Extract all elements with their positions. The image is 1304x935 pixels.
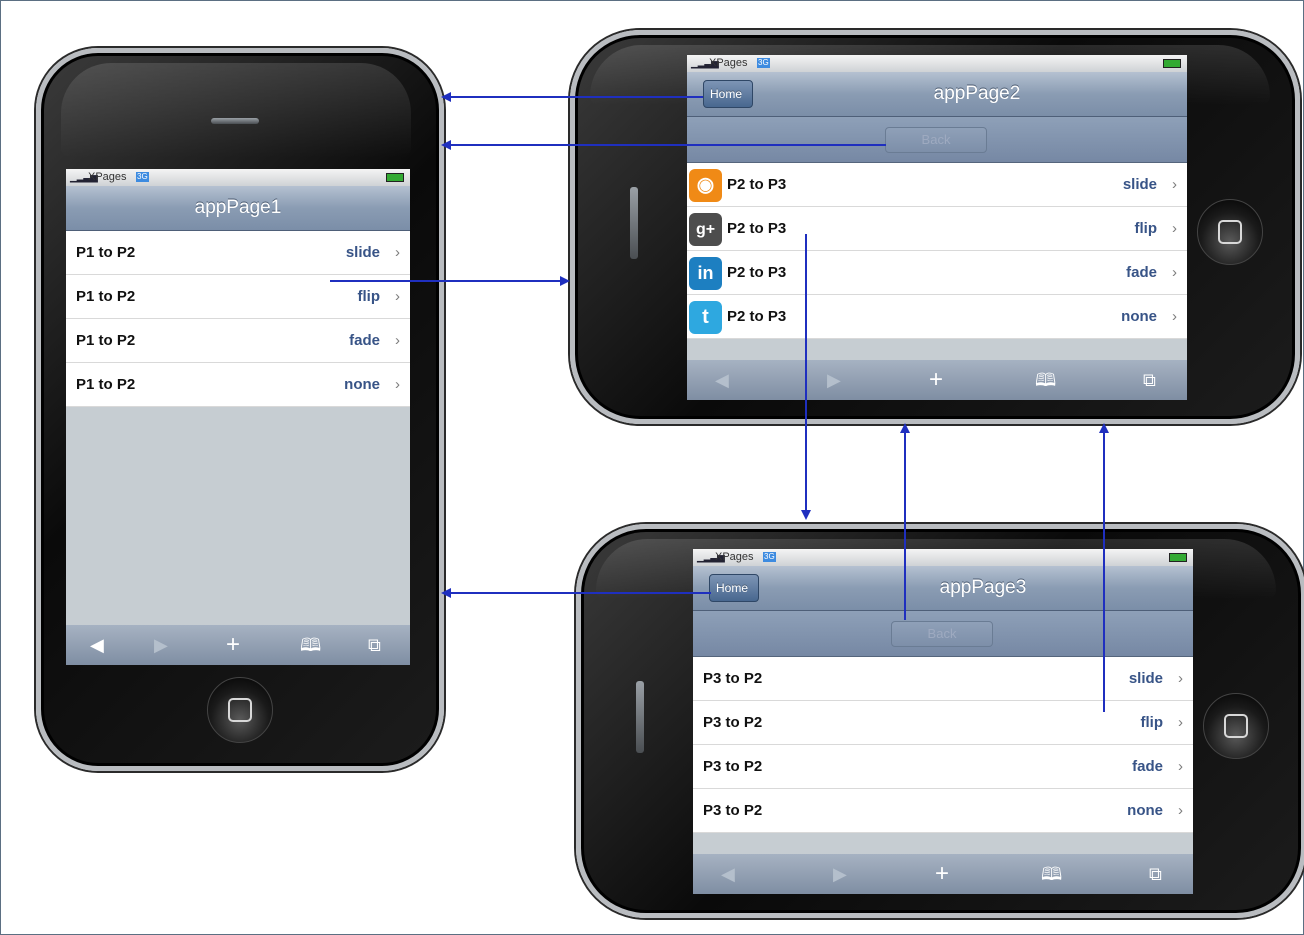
navigation-arrows [330,92,1109,712]
